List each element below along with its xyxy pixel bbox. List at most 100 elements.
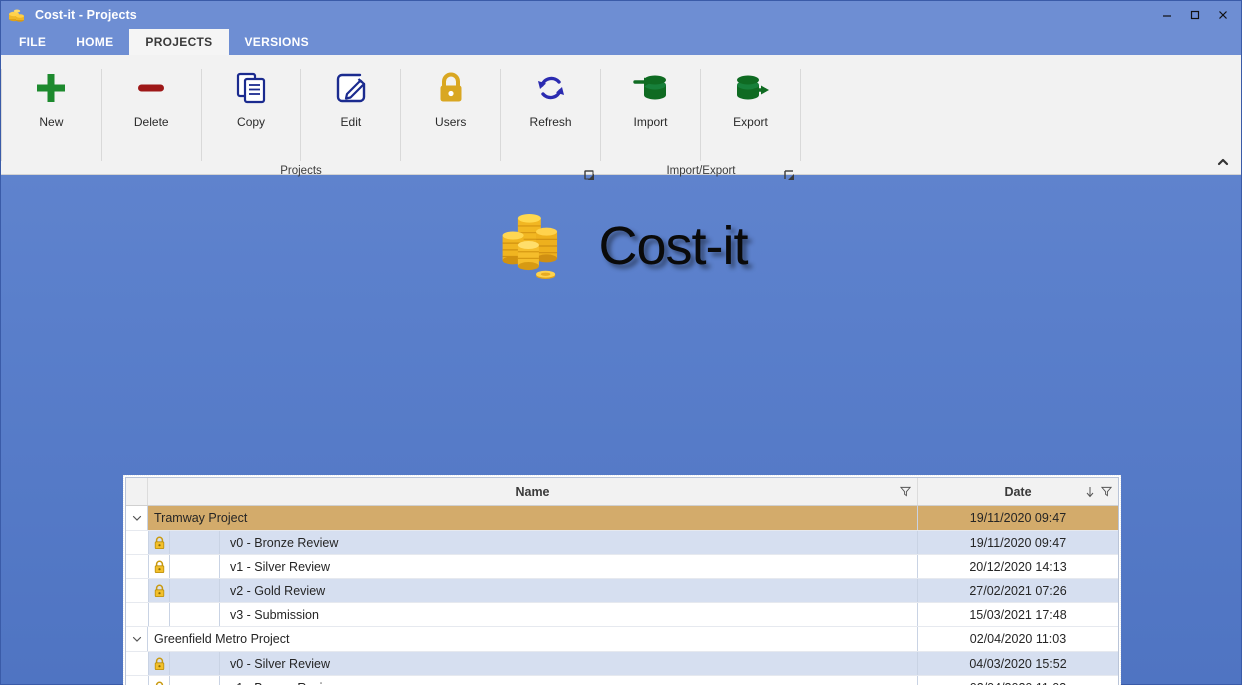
row-lock-cell (148, 531, 170, 554)
gold-coins-stack-icon (503, 213, 558, 280)
collapse-ribbon-button[interactable] (1215, 154, 1231, 170)
new-button-label: New (39, 115, 64, 129)
ribbon-divider (800, 69, 801, 161)
close-button[interactable] (1209, 2, 1237, 28)
row-spacer-cell (170, 579, 220, 602)
lock-icon (154, 584, 164, 597)
table-row[interactable]: v1 - Bronze Review 02/04/2020 11:03 (126, 676, 1118, 685)
row-spacer-cell (170, 676, 220, 685)
ribbon-group-import-export-items: Import Export (601, 55, 801, 165)
tab-home[interactable]: HOME (60, 29, 129, 55)
row-lock-cell (148, 652, 170, 675)
row-date: 15/03/2021 17:48 (918, 603, 1118, 626)
row-name: v1 - Silver Review (220, 555, 918, 578)
refresh-button[interactable]: Refresh (501, 63, 600, 129)
window-title: Cost-it - Projects (35, 8, 137, 22)
export-button-label: Export (733, 115, 768, 129)
title-bar: Cost-it - Projects (1, 1, 1241, 29)
new-button[interactable]: New (2, 63, 101, 129)
database-import-icon (632, 67, 669, 109)
row-name: v0 - Silver Review (220, 652, 918, 675)
row-spacer-cell (170, 531, 220, 554)
group-expander[interactable] (126, 506, 148, 530)
chevron-down-icon (132, 636, 141, 642)
chevron-up-icon (1217, 158, 1229, 166)
table-row[interactable]: v2 - Gold Review 27/02/2021 07:26 (126, 579, 1118, 603)
row-indent (126, 676, 148, 685)
refresh-button-label: Refresh (529, 115, 572, 129)
content-area: Cost-it Name Date Tramway Project 19/11/… (1, 175, 1241, 685)
row-date: 04/03/2020 15:52 (918, 652, 1118, 675)
window-controls (1153, 1, 1237, 29)
lock-icon (155, 681, 163, 685)
grid-header-date[interactable]: Date (918, 478, 1118, 505)
group-date: 02/04/2020 11:03 (918, 627, 1118, 651)
users-button[interactable]: Users (401, 63, 500, 129)
row-spacer-cell (170, 652, 220, 675)
grid-header-name[interactable]: Name (148, 478, 918, 505)
table-row[interactable]: v0 - Silver Review 04/03/2020 15:52 (126, 652, 1118, 676)
lock-icon (154, 657, 164, 670)
padlock-icon (435, 67, 467, 109)
projects-grid[interactable]: Name Date Tramway Project 19/11/2020 09:… (125, 477, 1119, 685)
table-row[interactable]: v0 - Bronze Review 19/11/2020 09:47 (126, 531, 1118, 555)
grid-group-row[interactable]: Greenfield Metro Project 02/04/2020 11:0… (126, 627, 1118, 652)
row-indent (126, 603, 148, 626)
export-button[interactable]: Export (701, 63, 800, 129)
group-name: Tramway Project (148, 506, 918, 530)
app-coins-icon (9, 9, 24, 22)
tab-versions[interactable]: VERSIONS (229, 29, 325, 55)
name-filter-icon[interactable] (900, 486, 911, 497)
date-filter-icon[interactable] (1101, 486, 1112, 497)
group-date: 19/11/2020 09:47 (918, 506, 1118, 530)
edit-button-label: Edit (340, 115, 362, 129)
plus-icon (33, 67, 69, 109)
grid-group-row[interactable]: Tramway Project 19/11/2020 09:47 (126, 506, 1118, 531)
row-name: v2 - Gold Review (220, 579, 918, 602)
app-logo-text: Cost-it (598, 216, 748, 276)
lock-icon (154, 560, 164, 573)
import-button[interactable]: Import (601, 63, 700, 129)
ribbon-group-projects: New Delete Copy Edit Users Refresh Proje… (1, 55, 601, 180)
tab-file[interactable]: FILE (5, 29, 60, 55)
grid-header-expander-cell (126, 478, 148, 505)
row-spacer-cell (170, 555, 220, 578)
group-expander[interactable] (126, 627, 148, 651)
delete-button-label: Delete (133, 115, 169, 129)
date-column-header-icons (1085, 478, 1112, 505)
delete-button[interactable]: Delete (102, 63, 201, 129)
minimize-button[interactable] (1153, 2, 1181, 28)
row-date: 20/12/2020 14:13 (918, 555, 1118, 578)
maximize-button[interactable] (1181, 2, 1209, 28)
row-name: v3 - Submission (220, 603, 918, 626)
table-row[interactable]: v3 - Submission 15/03/2021 17:48 (126, 603, 1118, 627)
row-date: 02/04/2020 11:03 (918, 676, 1118, 685)
lock-icon (154, 536, 164, 549)
row-indent (126, 652, 148, 675)
group-name: Greenfield Metro Project (148, 627, 918, 651)
tab-home-label: HOME (76, 35, 114, 49)
database-export-icon (733, 67, 769, 109)
tab-projects-label: PROJECTS (145, 35, 213, 49)
table-row[interactable]: v1 - Silver Review 20/12/2020 14:13 (126, 555, 1118, 579)
date-sort-descending-arrow-icon[interactable] (1085, 486, 1095, 498)
projects-grid-focus-frame: Name Date Tramway Project 19/11/2020 09:… (123, 475, 1121, 685)
name-column-header-icons (900, 478, 911, 505)
users-button-label: Users (435, 115, 467, 129)
edit-button[interactable]: Edit (301, 63, 400, 129)
grid-header-date-label: Date (1004, 484, 1032, 499)
tab-projects[interactable]: PROJECTS (129, 29, 229, 55)
app-logo: Cost-it (494, 203, 749, 289)
row-date: 27/02/2021 07:26 (918, 579, 1118, 602)
refresh-arrows-icon (534, 67, 568, 109)
row-name: v1 - Bronze Review (220, 676, 918, 685)
row-lock-cell (148, 555, 170, 578)
edit-pencil-square-icon (334, 67, 368, 109)
copy-documents-icon (234, 67, 268, 109)
row-lock-cell (148, 579, 170, 602)
row-spacer-cell (170, 603, 220, 626)
row-lock-cell (148, 603, 170, 626)
ribbon-group-import-export: Import Export Import/Export (601, 55, 801, 180)
row-indent (126, 531, 148, 554)
copy-button[interactable]: Copy (202, 63, 301, 129)
